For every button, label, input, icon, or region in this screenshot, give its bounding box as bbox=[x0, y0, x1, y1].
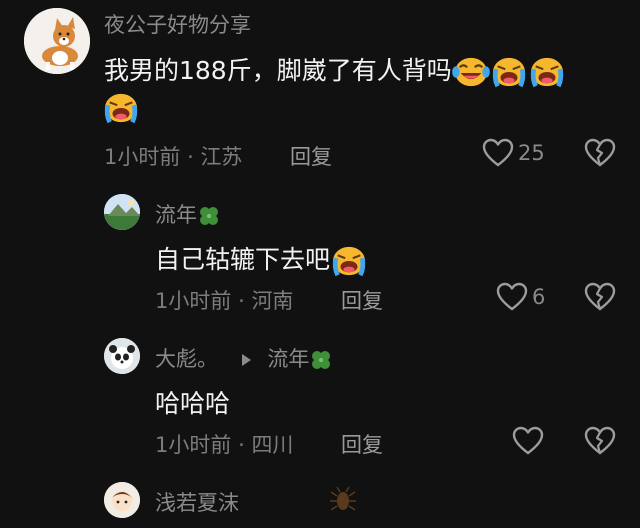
like-count: 25 bbox=[518, 141, 545, 165]
broken-heart-icon bbox=[584, 282, 616, 312]
author-name: 大彪。 bbox=[155, 347, 218, 371]
like-button[interactable]: 25 bbox=[482, 138, 545, 168]
clover-icon bbox=[197, 204, 221, 228]
comment-time: 1小时前 bbox=[155, 433, 232, 457]
comment-time: 1小时前 bbox=[104, 145, 181, 169]
comment-text: 自己轱辘下去吧 bbox=[155, 240, 368, 278]
panda-avatar bbox=[104, 338, 140, 374]
comment-location: 河南 bbox=[251, 289, 294, 313]
heart-icon bbox=[496, 282, 528, 312]
comment-text: 我男的188斤，脚崴了有人背吗 bbox=[104, 51, 566, 89]
meta-separator: · bbox=[187, 145, 194, 169]
meta-separator: · bbox=[238, 433, 245, 457]
cry-emoji bbox=[330, 244, 368, 278]
comment-text: 哈哈哈 bbox=[155, 389, 231, 418]
heart-icon bbox=[482, 138, 514, 168]
comment-meta: 1小时前 · 河南 bbox=[155, 285, 293, 315]
like-button[interactable] bbox=[512, 426, 544, 456]
avatar[interactable] bbox=[104, 194, 140, 230]
broken-heart-icon bbox=[584, 138, 616, 168]
bug-icon bbox=[330, 486, 356, 511]
broken-heart-icon bbox=[584, 426, 616, 456]
reply-button[interactable]: 回复 bbox=[341, 285, 383, 315]
dislike-button[interactable] bbox=[584, 282, 616, 316]
avatar[interactable] bbox=[24, 8, 90, 74]
comment-author[interactable]: 流年 bbox=[155, 199, 221, 229]
comment-meta: 1小时前 · 四川 bbox=[155, 429, 293, 459]
heart-icon bbox=[512, 426, 544, 456]
reply-button[interactable]: 回复 bbox=[341, 429, 383, 459]
like-count: 6 bbox=[532, 285, 546, 309]
like-button[interactable]: 6 bbox=[496, 282, 545, 312]
cry-emoji bbox=[490, 55, 528, 89]
cry-emoji bbox=[528, 55, 566, 89]
landscape-avatar bbox=[104, 194, 140, 230]
avatar[interactable] bbox=[104, 338, 140, 374]
comment-author[interactable]: 浅若夏沫 bbox=[155, 487, 239, 517]
comment-location: 四川 bbox=[251, 433, 294, 457]
meta-separator: · bbox=[238, 289, 245, 313]
cry-emoji bbox=[102, 91, 140, 125]
comment-author[interactable]: 夜公子好物分享 bbox=[104, 9, 251, 39]
comment-meta: 1小时前 · 江苏 bbox=[104, 141, 242, 171]
avatar[interactable] bbox=[104, 482, 140, 518]
dislike-button[interactable] bbox=[584, 138, 616, 172]
comment-author[interactable]: 大彪。 流年 bbox=[155, 343, 333, 373]
cartoon-avatar bbox=[104, 482, 140, 518]
reply-to-name[interactable]: 流年 bbox=[267, 347, 309, 371]
laugh-cry-emoji bbox=[452, 55, 490, 89]
author-name: 流年 bbox=[155, 203, 197, 227]
corgi-avatar bbox=[24, 8, 90, 74]
comment-time: 1小时前 bbox=[155, 289, 232, 313]
dislike-button[interactable] bbox=[584, 426, 616, 460]
play-arrow-icon bbox=[241, 354, 251, 366]
comment-text-content: 我男的188斤，脚崴了有人背吗 bbox=[104, 56, 452, 85]
reply-button[interactable]: 回复 bbox=[290, 141, 332, 171]
clover-icon bbox=[309, 348, 333, 372]
comment-location: 江苏 bbox=[200, 145, 243, 169]
comment-text-content: 自己轱辘下去吧 bbox=[155, 245, 331, 274]
